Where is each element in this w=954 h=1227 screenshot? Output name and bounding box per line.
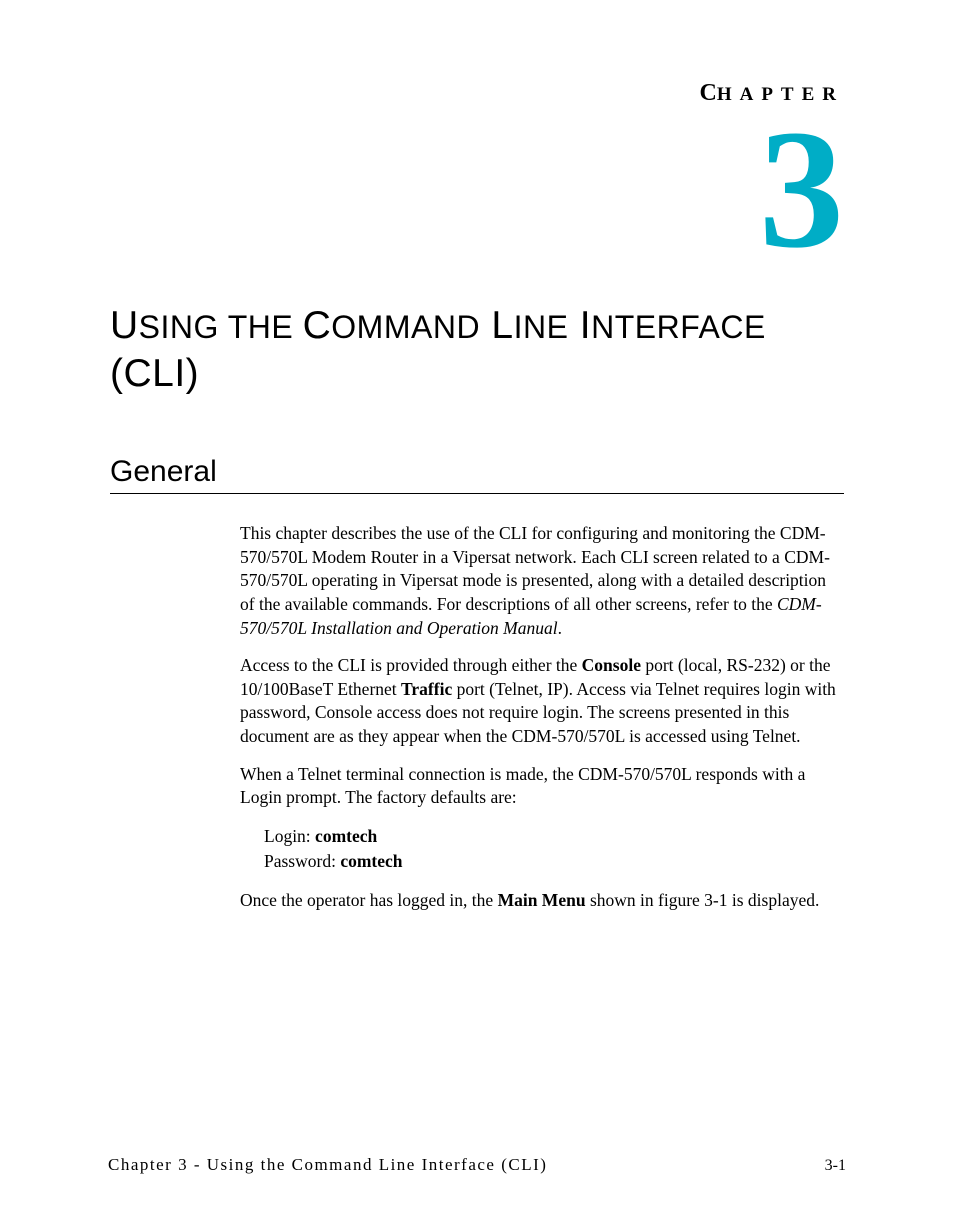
login-line: Login: comtech xyxy=(264,824,844,849)
paragraph-1: This chapter describes the use of the CL… xyxy=(240,522,844,640)
console-bold: Console xyxy=(582,655,641,675)
paragraph-3: When a Telnet terminal connection is mad… xyxy=(240,763,844,810)
paragraph-2: Access to the CLI is provided through ei… xyxy=(240,654,844,749)
title-line2: (CLI) xyxy=(110,352,199,395)
traffic-bold: Traffic xyxy=(401,679,452,699)
title-word-using: USING xyxy=(110,304,219,347)
password-line: Password: comtech xyxy=(264,849,844,874)
main-menu-bold: Main Menu xyxy=(498,890,586,910)
title-word-interface: INTERFACE xyxy=(568,304,765,347)
chapter-label: CHAPTER xyxy=(110,80,844,107)
chapter-title: USING THE COMMAND LINE INTERFACE (CLI) xyxy=(110,302,844,400)
footer-chapter-label: Chapter 3 - Using the Command Line Inter… xyxy=(108,1155,547,1175)
title-word-command: COMMAND xyxy=(303,304,480,347)
body-content: This chapter describes the use of the CL… xyxy=(240,522,844,912)
page-footer: Chapter 3 - Using the Command Line Inter… xyxy=(108,1155,846,1175)
section-heading-general: General xyxy=(110,455,844,494)
password-value: comtech xyxy=(340,851,402,871)
chapter-number: 3 xyxy=(110,117,844,262)
footer-page-number: 3-1 xyxy=(825,1157,846,1175)
login-value: comtech xyxy=(315,826,377,846)
credentials-block: Login: comtech Password: comtech xyxy=(264,824,844,875)
paragraph-4: Once the operator has logged in, the Mai… xyxy=(240,889,844,913)
chapter-label-first: C xyxy=(699,80,716,106)
title-word-line: LINE xyxy=(480,304,568,347)
